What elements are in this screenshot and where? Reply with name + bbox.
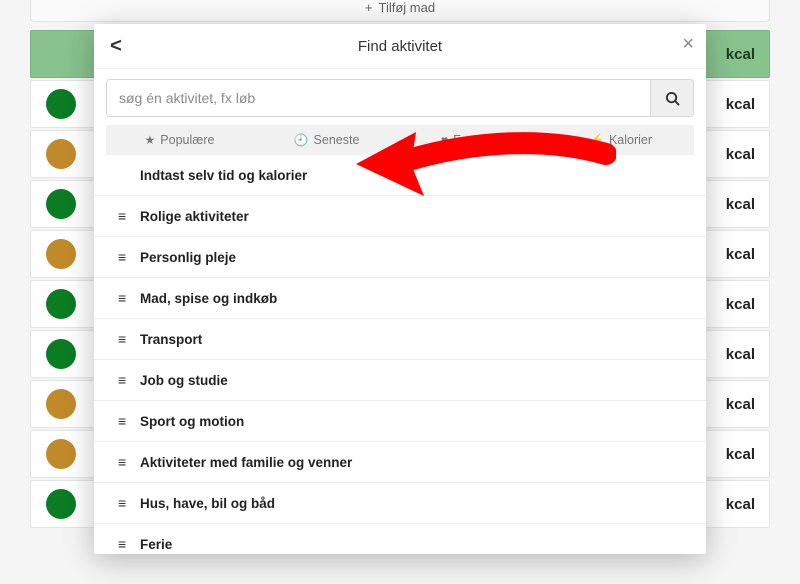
kcal-unit: kcal [726,496,755,513]
flame-icon: ⚡ [589,133,604,147]
category-item[interactable]: ≡Personlig pleje [94,237,706,278]
category-item[interactable]: ≡Mad, spise og indkøb [94,278,706,319]
search-icon [665,91,680,106]
list-icon: ≡ [118,291,140,305]
kcal-unit: kcal [726,46,755,63]
modal-header: < Find aktivitet × [94,24,706,69]
tab-populære[interactable]: ★ Populære [106,125,253,155]
food-color-dot [46,439,76,469]
tab-label: Seneste [314,133,360,147]
category-label: Aktiviteter med familie og venner [140,455,352,470]
category-label: Job og studie [140,373,228,388]
add-food-bar[interactable]: + Tilføj mad [30,0,770,22]
tab-seneste[interactable]: 🕘 Seneste [253,125,400,155]
category-label: Indtast selv tid og kalorier [140,168,307,183]
category-label: Sport og motion [140,414,244,429]
category-item[interactable]: ≡Ferie [94,524,706,554]
modal-title: Find aktivitet [94,38,706,55]
find-activity-modal: < Find aktivitet × ★ Populære 🕘 Seneste ♥ Fav… [94,24,706,554]
category-item[interactable]: ≡Job og studie [94,360,706,401]
food-color-dot [46,89,76,119]
tab-favoritter[interactable]: ♥ Favoritter [400,125,547,155]
food-color-dot [46,489,76,519]
list-icon: ≡ [118,414,140,428]
category-label: Rolige aktiviteter [140,209,249,224]
category-label: Transport [140,332,202,347]
category-label: Mad, spise og indkøb [140,291,277,306]
tab-label: Favoritter [453,133,506,147]
kcal-unit: kcal [726,396,755,413]
category-item[interactable]: Indtast selv tid og kalorier [94,155,706,196]
tab-kalorier[interactable]: ⚡ Kalorier [547,125,694,155]
food-color-dot [46,189,76,219]
kcal-unit: kcal [726,296,755,313]
category-list: Indtast selv tid og kalorier≡Rolige akti… [94,155,706,554]
list-icon: ≡ [118,537,140,551]
kcal-unit: kcal [726,246,755,263]
category-item[interactable]: ≡Transport [94,319,706,360]
search-input[interactable] [107,80,650,116]
search-button[interactable] [650,80,693,116]
close-button[interactable]: × [682,34,694,54]
kcal-unit: kcal [726,146,755,163]
category-label: Hus, have, bil og båd [140,496,275,511]
food-color-dot [46,289,76,319]
category-item[interactable]: ≡Sport og motion [94,401,706,442]
heart-icon: ♥ [441,133,448,147]
star-icon: ★ [145,133,156,147]
add-food-label: Tilføj mad [379,0,436,15]
food-color-dot [46,239,76,269]
food-color-dot [46,389,76,419]
category-item[interactable]: ≡Rolige aktiviteter [94,196,706,237]
food-color-dot [46,339,76,369]
plus-icon: + [365,0,373,15]
list-icon: ≡ [118,209,140,223]
kcal-unit: kcal [726,96,755,113]
filter-tabs: ★ Populære 🕘 Seneste ♥ Favoritter ⚡ Kalorier [106,125,694,155]
kcal-unit: kcal [726,346,755,363]
tab-label: Kalorier [609,133,652,147]
clock-icon: 🕘 [294,133,309,147]
list-icon: ≡ [118,496,140,510]
category-label: Personlig pleje [140,250,236,265]
list-icon: ≡ [118,455,140,469]
list-icon: ≡ [118,250,140,264]
category-item[interactable]: ≡Aktiviteter med familie og venner [94,442,706,483]
search-bar [106,79,694,117]
food-color-dot [46,139,76,169]
tab-label: Populære [160,133,214,147]
list-icon: ≡ [118,332,140,346]
list-icon: ≡ [118,373,140,387]
kcal-unit: kcal [726,196,755,213]
category-item[interactable]: ≡Hus, have, bil og båd [94,483,706,524]
category-label: Ferie [140,537,172,552]
kcal-unit: kcal [726,446,755,463]
